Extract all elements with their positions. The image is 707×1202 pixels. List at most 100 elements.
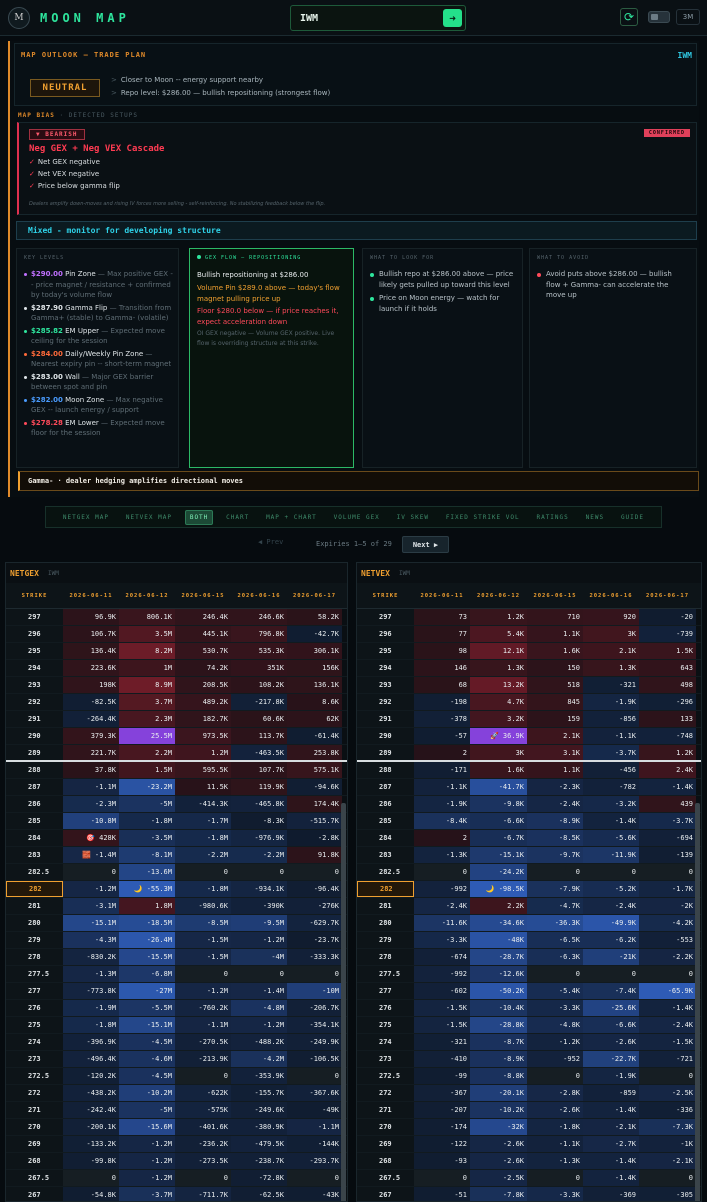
table-row[interactable]: 283 -1.3K -15.1K -9.7K -11.9K -139: [357, 847, 701, 864]
table-row[interactable]: 291 -264.4K 2.3M 182.7K 60.6K 62K: [6, 711, 347, 728]
table-row[interactable]: 281 -2.4K 2.2K -4.7K -2.4K -2K: [357, 898, 701, 915]
table-row[interactable]: 292 -198 4.7K 845 -1.9K -296: [357, 694, 701, 711]
table-row[interactable]: 276 -1.9M -5.5M -760.2K -4.8M -206.7K: [6, 1000, 347, 1017]
tab-news[interactable]: NEWS: [582, 511, 608, 524]
table-row[interactable]: 272 -367 -20.1K -2.8K -859 -2.5K: [357, 1085, 701, 1102]
table-row[interactable]: 267.5 0 -1.2M 0 -72.8K 0: [6, 1170, 347, 1187]
table-row[interactable]: 269 -133.2K -1.2M -236.2K -479.5K -144K: [6, 1136, 347, 1153]
tab-volume-gex[interactable]: VOLUME GEX: [330, 511, 384, 524]
table-row[interactable]: 271 -207 -10.2K -2.6K -1.4K -336: [357, 1102, 701, 1119]
table-row[interactable]: 275 -1.8M -15.1M -1.1M -1.2M -354.1K: [6, 1017, 347, 1034]
tab-map-chart[interactable]: MAP + CHART: [262, 511, 321, 524]
netgex-scrollbar[interactable]: [341, 803, 346, 1201]
table-row[interactable]: 282.5 0 -13.6M 0 0 0: [6, 864, 347, 881]
value-cell: 58.2K: [287, 609, 342, 625]
table-row[interactable]: 295 136.4K 8.2M 530.7K 535.3K 306.1K: [6, 643, 347, 660]
value-cell: -465.8K: [231, 796, 287, 812]
table-row[interactable]: 269 -122 -2.6K -1.1K -2.7K -1K: [357, 1136, 701, 1153]
table-row[interactable]: 284 🎯 428K -3.5M -1.8M -976.9K -2.8K: [6, 830, 347, 847]
table-row[interactable]: 277 -773.8K -27M -1.2M -1.4M -10M: [6, 983, 347, 1000]
theme-toggle[interactable]: [648, 11, 670, 23]
table-row[interactable]: 282.5 0 -24.2K 0 0 0: [357, 864, 701, 881]
table-row[interactable]: 286 -2.3M -5M -414.3K -465.8K 174.4K: [6, 796, 347, 813]
table-row[interactable]: 273 -410 -8.9K -952 -22.7K -721: [357, 1051, 701, 1068]
table-row[interactable]: 294 223.6K 1M 74.2K 351K 156K: [6, 660, 347, 677]
tab-guide[interactable]: GUIDE: [617, 511, 648, 524]
table-row[interactable]: 277 -602 -50.2K -5.4K -7.4K -65.9K: [357, 983, 701, 1000]
strike-cell: 296: [6, 626, 63, 642]
next-button[interactable]: Next ▶: [402, 536, 449, 553]
table-row[interactable]: 295 98 12.1K 1.6K 2.1K 1.5K: [357, 643, 701, 660]
table-row[interactable]: 268 -99.8K -1.2M -273.5K -238.7K -293.7K: [6, 1153, 347, 1170]
value-cell: -99: [414, 1068, 470, 1084]
table-row[interactable]: 290 -57 🚀 36.9K 2.1K -1.1K -748: [357, 728, 701, 745]
look-for-list: Bullish repo at $286.00 above — price li…: [370, 269, 520, 317]
table-row[interactable]: 270 -174 -32K -1.8K -2.1K -7.3K: [357, 1119, 701, 1136]
table-row[interactable]: 279 -3.3K -48K -6.5K -6.2K -553: [357, 932, 701, 949]
tab-ratings[interactable]: RATINGS: [532, 511, 572, 524]
table-row[interactable]: 291 -378 3.2K 159 -856 133: [357, 711, 701, 728]
table-row[interactable]: 282 -992 🌙 -98.5K -7.9K -5.2K -1.7K: [357, 881, 701, 898]
table-row[interactable]: 292 -82.5K 3.7M 489.2K -217.8K 8.6K: [6, 694, 347, 711]
ticker-input[interactable]: [300, 12, 440, 24]
table-row[interactable]: 282 -1.2M 🌙 -55.3M -1.8M -934.1K -96.4K: [6, 881, 347, 898]
table-row[interactable]: 296 77 5.4K 1.1K 3K -739: [357, 626, 701, 643]
table-row[interactable]: 287 -1.1M -23.2M 11.5K 119.9K -94.6K: [6, 779, 347, 796]
table-row[interactable]: 277.5 -992 -12.6K 0 0 0: [357, 966, 701, 983]
table-row[interactable]: 293 198K 8.9M 208.5K 108.2K 136.1K: [6, 677, 347, 694]
table-row[interactable]: 283 🧱 -1.4M -8.1M -2.2M -2.2M 91.8K: [6, 847, 347, 864]
tab-iv-skew[interactable]: IV SKEW: [393, 511, 433, 524]
table-row[interactable]: 267.5 0 -2.5K 0 -1.4K 0: [357, 1170, 701, 1187]
strike-cell: 275: [357, 1017, 414, 1033]
tab-netgex-map[interactable]: NETGEX MAP: [59, 511, 113, 524]
netvex-scrollbar[interactable]: [695, 803, 700, 1201]
prev-button[interactable]: ◀ Prev: [258, 538, 283, 546]
table-row[interactable]: 284 2 -6.7K -8.5K -5.6K -694: [357, 830, 701, 847]
value-cell: -206.7K: [287, 1000, 342, 1016]
table-row[interactable]: 296 106.7K 3.5M 445.1K 796.8K -42.7K: [6, 626, 347, 643]
table-row[interactable]: 289 2 3K 3.1K -3.7K 1.2K: [357, 745, 701, 762]
table-row[interactable]: 277.5 -1.3M -6.8M 0 0 0: [6, 966, 347, 983]
table-row[interactable]: 280 -15.1M -18.5M -8.5M -9.5M -629.7K: [6, 915, 347, 932]
gex-flow-line: OI GEX negative — Volume GEX positive. L…: [197, 330, 335, 347]
value-cell: -2K: [639, 898, 696, 914]
table-row[interactable]: 285 -8.4K -6.6K -8.9K -1.4K -3.7K: [357, 813, 701, 830]
table-row[interactable]: 288 37.8K 1.5M 595.5K 107.7K 575.1K: [6, 762, 347, 779]
table-row[interactable]: 274 -396.9K -4.5M -270.5K -488.2K -249.9K: [6, 1034, 347, 1051]
table-row[interactable]: 275 -1.5K -28.8K -4.8K -6.6K -2.4K: [357, 1017, 701, 1034]
table-row[interactable]: 289 221.7K 2.2M 1.2M -463.5K 253.8K: [6, 745, 347, 762]
table-row[interactable]: 297 73 1.2K 710 920 -20: [357, 609, 701, 626]
table-row[interactable]: 287 -1.1K -41.7K -2.3K -782 -1.4K: [357, 779, 701, 796]
value-cell: -1.1K: [527, 1136, 583, 1152]
tab-netvex-map[interactable]: NETVEX MAP: [122, 511, 176, 524]
table-row[interactable]: 297 96.9K 806.1K 246.4K 246.6K 58.2K: [6, 609, 347, 626]
table-row[interactable]: 273 -496.4K -4.6M -213.9K -4.2M -106.5K: [6, 1051, 347, 1068]
table-row[interactable]: 272.5 -99 -8.8K 0 -1.9K 0: [357, 1068, 701, 1085]
timeframe-select[interactable]: 3M: [676, 9, 700, 25]
table-row[interactable]: 271 -242.4K -5M -575K -249.6K -49K: [6, 1102, 347, 1119]
table-row[interactable]: 285 -10.8M -1.8M -1.7M -8.3K -515.7K: [6, 813, 347, 830]
table-row[interactable]: 268 -93 -2.6K -1.3K -1.4K -2.1K: [357, 1153, 701, 1170]
table-row[interactable]: 293 68 13.2K 518 -321 498: [357, 677, 701, 694]
table-row[interactable]: 278 -830.2K -15.5M -1.5M -4M -333.3K: [6, 949, 347, 966]
table-row[interactable]: 281 -3.1M 1.8M -980.6K -390K -276K: [6, 898, 347, 915]
table-row[interactable]: 272.5 -120.2K -4.5M 0 -353.9K 0: [6, 1068, 347, 1085]
tab-both[interactable]: BOTH: [184, 509, 214, 525]
refresh-icon[interactable]: ⟳: [620, 8, 638, 26]
table-row[interactable]: 294 146 1.3K 150 1.3K 643: [357, 660, 701, 677]
table-row[interactable]: 272 -438.2K -10.2M -622K -155.7K -367.6K: [6, 1085, 347, 1102]
table-row[interactable]: 270 -200.1K -15.6M -401.6K -380.9K -1.1M: [6, 1119, 347, 1136]
value-cell: -336: [639, 1102, 696, 1118]
tab-chart[interactable]: CHART: [222, 511, 253, 524]
table-row[interactable]: 280 -11.6K -34.6K -36.3K -49.9K -4.2K: [357, 915, 701, 932]
map-outlook: MAP OUTLOOK — TRADE PLAN IWM NEUTRAL > Cl…: [14, 43, 697, 106]
table-row[interactable]: 276 -1.5K -10.4K -3.3K -25.6K -1.4K: [357, 1000, 701, 1017]
table-row[interactable]: 288 -171 1.6K 1.1K -456 2.4K: [357, 762, 701, 779]
table-row[interactable]: 290 379.3K 25.5M 973.5K 113.7K -61.4K: [6, 728, 347, 745]
arrow-right-icon[interactable]: ➜: [443, 9, 462, 27]
table-row[interactable]: 279 -4.3M -26.4M -1.5M -1.2M -23.7K: [6, 932, 347, 949]
table-row[interactable]: 278 -674 -28.7K -6.3K -21K -2.2K: [357, 949, 701, 966]
table-row[interactable]: 286 -1.9K -9.8K -2.4K -3.2K 439: [357, 796, 701, 813]
table-row[interactable]: 274 -321 -8.7K -1.2K -2.6K -1.5K: [357, 1034, 701, 1051]
tab-fixed-strike-vol[interactable]: FIXED STRIKE VOL: [442, 511, 524, 524]
